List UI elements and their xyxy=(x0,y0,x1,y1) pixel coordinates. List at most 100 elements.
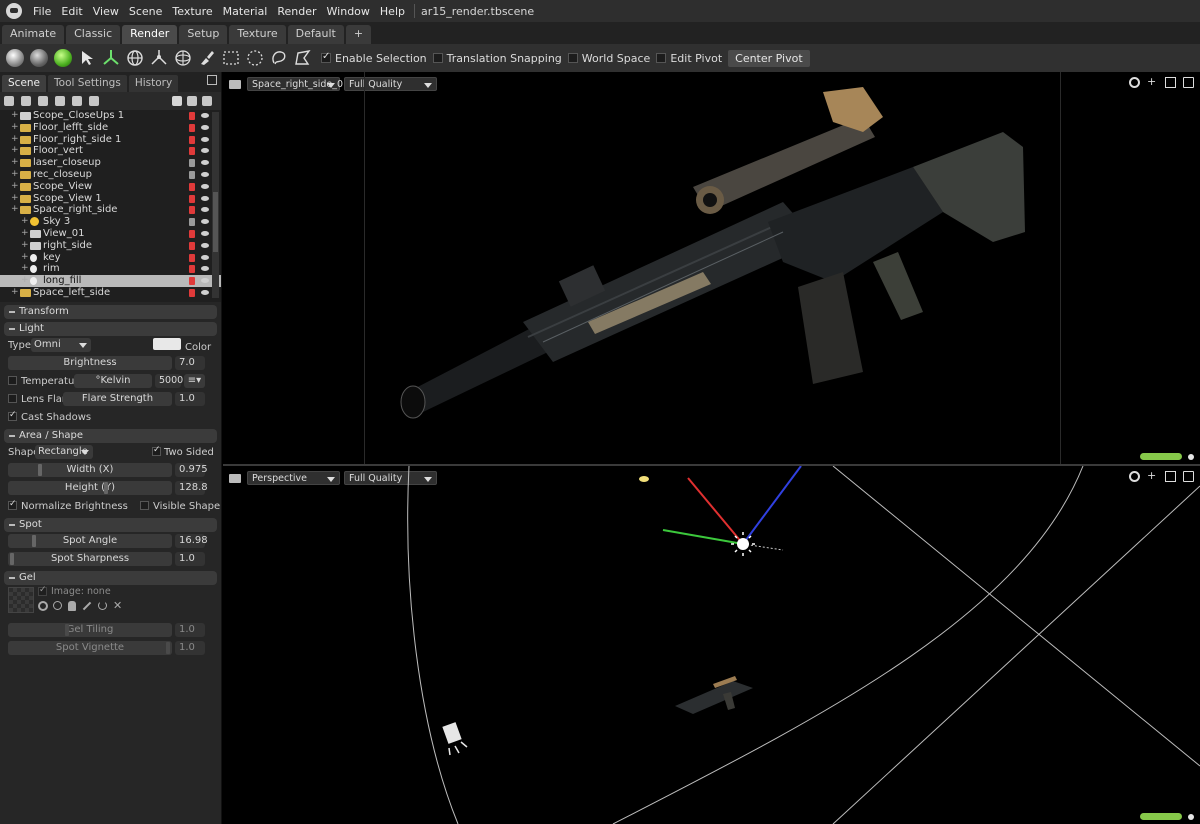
height-slider[interactable]: Height (Y) xyxy=(8,481,172,495)
lock-icon[interactable] xyxy=(189,277,195,286)
world-space-toggle[interactable]: World Space xyxy=(567,52,650,65)
expand-toggle-icon[interactable]: + xyxy=(11,110,19,122)
lock-icon[interactable] xyxy=(189,135,195,144)
kelvin-input[interactable]: 5000. xyxy=(155,374,186,388)
lock-icon[interactable] xyxy=(189,159,195,168)
outliner-item[interactable]: + Floor_lefft_side xyxy=(0,122,221,134)
menu-window[interactable]: Window xyxy=(322,5,375,18)
visibility-eye-icon[interactable] xyxy=(201,230,209,236)
translation-snapping-toggle[interactable]: Translation Snapping xyxy=(432,52,562,65)
tab-render[interactable]: Render xyxy=(122,25,178,44)
outliner-item[interactable]: + Scope_View xyxy=(0,181,221,193)
expand-toggle-icon[interactable]: + xyxy=(11,157,19,169)
light-type-dropdown[interactable]: Omni xyxy=(31,338,91,352)
outliner-item[interactable]: + View_01 xyxy=(0,228,221,240)
visibility-eye-icon[interactable] xyxy=(201,278,209,284)
outliner-item[interactable]: + Scope_CloseUps 1 xyxy=(0,110,221,122)
gel-tiling-handle[interactable] xyxy=(65,624,69,636)
viewport-render[interactable]: Space_right_side_01 Full Quality + xyxy=(223,72,1200,464)
expand-toggle-icon[interactable]: + xyxy=(21,240,29,252)
lock-icon[interactable] xyxy=(189,265,195,274)
visible-shape-checkbox[interactable] xyxy=(140,501,149,510)
brightness-input[interactable]: 7.0 xyxy=(175,356,205,370)
two-sided-checkbox[interactable] xyxy=(152,445,161,456)
expand-toggle-icon[interactable]: + xyxy=(11,122,19,134)
expand-toggle-icon[interactable]: + xyxy=(21,252,29,264)
gel-image-checkbox[interactable] xyxy=(38,585,47,596)
paint-select-icon[interactable] xyxy=(197,48,217,68)
outliner-item[interactable]: + Floor_vert xyxy=(0,145,221,157)
lock-icon[interactable] xyxy=(189,123,195,132)
add-layout-tab-button[interactable]: + xyxy=(345,25,372,44)
shaded-sphere-icon[interactable] xyxy=(6,49,24,67)
expand-toggle-icon[interactable]: + xyxy=(11,193,19,205)
rect-select-icon[interactable] xyxy=(221,48,241,68)
spot-sharpness-slider[interactable]: Spot Sharpness xyxy=(8,552,172,566)
edit-pivot-toggle[interactable]: Edit Pivot xyxy=(656,52,722,65)
outliner-item[interactable]: + Space_left_side xyxy=(0,287,221,299)
width-slider[interactable]: Width (X) xyxy=(8,463,172,477)
visibility-eye-icon[interactable] xyxy=(201,160,209,166)
popout-icon[interactable] xyxy=(207,75,217,85)
translation-snapping-checkbox[interactable] xyxy=(432,53,443,63)
menu-render[interactable]: Render xyxy=(272,5,321,18)
flare-strength-slider[interactable]: Flare Strength xyxy=(63,392,172,406)
add-object-icon[interactable] xyxy=(4,96,14,106)
search-icon[interactable] xyxy=(53,601,62,610)
spot-vignette-input[interactable]: 1.0 xyxy=(175,641,205,655)
menu-edit[interactable]: Edit xyxy=(56,5,87,18)
menu-texture[interactable]: Texture xyxy=(167,5,217,18)
visibility-eye-icon[interactable] xyxy=(201,266,209,272)
add-camera-icon[interactable] xyxy=(38,96,48,106)
polygon-select-icon[interactable] xyxy=(293,48,313,68)
outliner-item[interactable]: + laser_closeup xyxy=(0,157,221,169)
spot-vignette-handle[interactable] xyxy=(166,642,170,654)
outliner-item[interactable]: + Space_right_side xyxy=(0,204,221,216)
add-light-icon[interactable] xyxy=(21,96,31,106)
expand-toggle-icon[interactable]: + xyxy=(11,145,19,157)
height-input[interactable]: 128.8 xyxy=(175,481,208,495)
expand-toggle-icon[interactable]: + xyxy=(11,181,19,193)
visibility-eye-icon[interactable] xyxy=(201,171,209,177)
tab-setup[interactable]: Setup xyxy=(179,25,228,44)
center-pivot-button[interactable]: Center Pivot xyxy=(728,49,810,67)
visibility-eye-icon[interactable] xyxy=(201,242,209,248)
brightness-slider[interactable]: Brightness xyxy=(8,356,172,370)
visibility-eye-icon[interactable] xyxy=(201,254,209,260)
kelvin-preset-dropdown[interactable]: ≡▾ xyxy=(184,374,205,388)
expand-toggle-icon[interactable]: + xyxy=(11,134,19,146)
light-color-swatch[interactable] xyxy=(153,338,181,350)
outliner-scrollbar-thumb[interactable] xyxy=(213,192,218,252)
pencil-icon[interactable] xyxy=(82,601,92,611)
height-slider-handle[interactable] xyxy=(104,482,108,494)
visibility-eye-icon[interactable] xyxy=(201,113,209,118)
spot-angle-input[interactable]: 16.98 xyxy=(175,534,208,548)
delete-icon[interactable] xyxy=(202,96,212,106)
spot-angle-slider[interactable]: Spot Angle xyxy=(8,534,172,548)
visibility-eye-icon[interactable] xyxy=(201,183,209,189)
expand-toggle-icon[interactable]: + xyxy=(11,169,19,181)
rotate-tool-icon[interactable] xyxy=(125,48,145,68)
matte-sphere-icon[interactable] xyxy=(30,49,48,67)
visibility-eye-icon[interactable] xyxy=(201,195,209,201)
lock-icon[interactable] xyxy=(189,182,195,191)
scene-outliner[interactable]: + Scope_CloseUps 1 + Floor_lefft_side + Floor… xyxy=(0,110,221,302)
tab-animate[interactable]: Animate xyxy=(2,25,65,44)
menu-scene[interactable]: Scene xyxy=(124,5,168,18)
close-icon[interactable]: ✕ xyxy=(113,600,123,611)
outliner-item[interactable]: + right_side xyxy=(0,240,221,252)
spot-angle-handle[interactable] xyxy=(32,535,36,547)
visibility-eye-icon[interactable] xyxy=(201,219,209,225)
visibility-eye-icon[interactable] xyxy=(201,124,209,130)
add-sky-icon[interactable] xyxy=(55,96,65,106)
lock-icon[interactable] xyxy=(189,218,195,227)
outliner-item[interactable]: + Sky 3 xyxy=(0,216,221,228)
lock-icon[interactable] xyxy=(189,288,195,297)
section-spot[interactable]: Spot xyxy=(4,518,217,532)
normalize-brightness-checkbox[interactable] xyxy=(8,499,17,510)
cast-shadows-checkbox[interactable] xyxy=(8,410,17,421)
add-shadow-catcher-icon[interactable] xyxy=(72,96,82,106)
move-tool-icon[interactable] xyxy=(101,48,121,68)
visibility-eye-icon[interactable] xyxy=(201,148,209,154)
spot-sharpness-handle[interactable] xyxy=(10,553,14,565)
